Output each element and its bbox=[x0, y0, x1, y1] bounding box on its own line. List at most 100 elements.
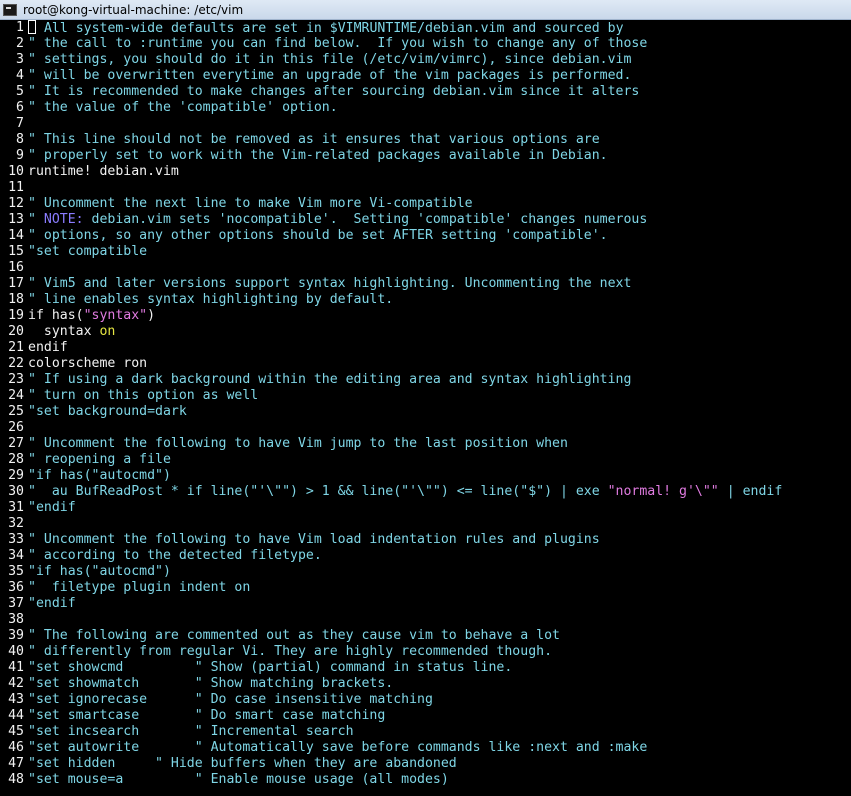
line-content: "if has("autocmd") bbox=[28, 468, 171, 484]
editor-line[interactable]: 9 " properly set to work with the Vim-rel… bbox=[0, 148, 851, 164]
editor-line[interactable]: 22 colorscheme ron bbox=[0, 356, 851, 372]
editor-line[interactable]: 5 " It is recommended to make changes aft… bbox=[0, 84, 851, 100]
syntax-comment: " The following are commented out as the… bbox=[28, 628, 560, 643]
editor-line[interactable]: 2 " the call to :runtime you can find bel… bbox=[0, 36, 851, 52]
editor-line[interactable]: 29 "if has("autocmd") bbox=[0, 468, 851, 484]
line-content: "if has("autocmd") bbox=[28, 564, 171, 580]
editor-line[interactable]: 32 bbox=[0, 516, 851, 532]
line-number: 1 bbox=[16, 20, 24, 35]
vim-editor-area[interactable]: 1 All system-wide defaults are set in $V… bbox=[0, 20, 851, 796]
line-number: 31 bbox=[8, 500, 24, 515]
syntax-comment: " au BufReadPost * if line("'\"") > 1 &&… bbox=[28, 484, 608, 499]
editor-line[interactable]: 16 bbox=[0, 260, 851, 276]
line-content: "set autowrite " Automatically save befo… bbox=[28, 740, 647, 756]
line-number: 3 bbox=[16, 52, 24, 67]
editor-line[interactable]: 47 "set hidden " Hide buffers when they a… bbox=[0, 756, 851, 772]
editor-line[interactable]: 7 bbox=[0, 116, 851, 132]
editor-line[interactable]: 13 " NOTE: debian.vim sets 'nocompatible'… bbox=[0, 212, 851, 228]
editor-line[interactable]: 3 " settings, you should do it in this fi… bbox=[0, 52, 851, 68]
line-content: All system-wide defaults are set in $VIM… bbox=[28, 20, 624, 37]
syntax-normal: if has( bbox=[28, 308, 84, 323]
editor-line[interactable]: 25 "set background=dark bbox=[0, 404, 851, 420]
block-cursor bbox=[28, 20, 36, 34]
line-number: 33 bbox=[8, 532, 24, 547]
line-number: 42 bbox=[8, 676, 24, 691]
syntax-comment: | endif bbox=[718, 484, 783, 499]
editor-line[interactable]: 18 " line enables syntax highlighting by … bbox=[0, 292, 851, 308]
syntax-comment: All system-wide defaults are set in $VIM… bbox=[36, 21, 624, 36]
editor-line[interactable]: 34 " according to the detected filetype. bbox=[0, 548, 851, 564]
line-content: " reopening a file bbox=[28, 452, 171, 468]
editor-line[interactable]: 48 "set mouse=a " Enable mouse usage (all… bbox=[0, 772, 851, 788]
syntax-comment: "if has("autocmd") bbox=[28, 564, 171, 579]
line-content: " differently from regular Vi. They are … bbox=[28, 644, 552, 660]
line-content: "set incsearch " Incremental search bbox=[28, 724, 354, 740]
editor-line[interactable]: 24 " turn on this option as well bbox=[0, 388, 851, 404]
line-number: 29 bbox=[8, 468, 24, 483]
editor-line[interactable]: 30 " au BufReadPost * if line("'\"") > 1 … bbox=[0, 484, 851, 500]
line-content: " will be overwritten everytime an upgra… bbox=[28, 68, 631, 84]
editor-line[interactable]: 26 bbox=[0, 420, 851, 436]
syntax-comment: " reopening a file bbox=[28, 452, 171, 467]
editor-line[interactable]: 39 " The following are commented out as t… bbox=[0, 628, 851, 644]
editor-line[interactable]: 41 "set showcmd " Show (partial) command … bbox=[0, 660, 851, 676]
syntax-comment: "set compatible bbox=[28, 244, 148, 259]
syntax-normal: endif bbox=[28, 340, 68, 355]
editor-line[interactable]: 15 "set compatible bbox=[0, 244, 851, 260]
editor-line[interactable]: 1 All system-wide defaults are set in $V… bbox=[0, 20, 851, 36]
line-number: 17 bbox=[8, 276, 24, 291]
line-number: 28 bbox=[8, 452, 24, 467]
editor-line[interactable]: 37 "endif bbox=[0, 596, 851, 612]
editor-line[interactable]: 40 " differently from regular Vi. They ar… bbox=[0, 644, 851, 660]
line-content: "set compatible bbox=[28, 244, 147, 260]
editor-line[interactable]: 46 "set autowrite " Automatically save be… bbox=[0, 740, 851, 756]
syntax-comment: "set ignorecase " Do case insensitive ma… bbox=[28, 692, 433, 707]
editor-line[interactable]: 43 "set ignorecase " Do case insensitive … bbox=[0, 692, 851, 708]
editor-line[interactable]: 36 " filetype plugin indent on bbox=[0, 580, 851, 596]
line-number: 44 bbox=[8, 708, 24, 723]
editor-line[interactable]: 27 " Uncomment the following to have Vim … bbox=[0, 436, 851, 452]
editor-line[interactable]: 8 " This line should not be removed as it… bbox=[0, 132, 851, 148]
editor-line[interactable]: 10 runtime! debian.vim bbox=[0, 164, 851, 180]
editor-line[interactable]: 14 " options, so any other options should… bbox=[0, 228, 851, 244]
window-titlebar[interactable]: root@kong-virtual-machine: /etc/vim bbox=[0, 0, 851, 20]
line-content: "set background=dark bbox=[28, 404, 187, 420]
syntax-comment: "if has("autocmd") bbox=[28, 468, 171, 483]
editor-line[interactable]: 4 " will be overwritten everytime an upgr… bbox=[0, 68, 851, 84]
editor-line[interactable]: 17 " Vim5 and later versions support synt… bbox=[0, 276, 851, 292]
line-number: 35 bbox=[8, 564, 24, 579]
editor-line[interactable]: 19 if has("syntax") bbox=[0, 308, 851, 324]
editor-line[interactable]: 45 "set incsearch " Incremental search bbox=[0, 724, 851, 740]
syntax-comment: "set hidden " Hide buffers when they are… bbox=[28, 756, 457, 771]
syntax-string: "syntax" bbox=[83, 308, 148, 323]
editor-line[interactable]: 20 syntax on bbox=[0, 324, 851, 340]
line-number: 40 bbox=[8, 644, 24, 659]
syntax-comment: " differently from regular Vi. They are … bbox=[28, 644, 553, 659]
syntax-comment: " It is recommended to make changes afte… bbox=[28, 84, 640, 99]
line-number: 15 bbox=[8, 244, 24, 259]
line-number: 4 bbox=[16, 68, 24, 83]
line-number: 26 bbox=[8, 420, 24, 435]
line-number: 22 bbox=[8, 356, 24, 371]
editor-line[interactable]: 11 bbox=[0, 180, 851, 196]
editor-line[interactable]: 28 " reopening a file bbox=[0, 452, 851, 468]
editor-line[interactable]: 42 "set showmatch " Show matching bracket… bbox=[0, 676, 851, 692]
syntax-comment: " the value of the 'compatible' option. bbox=[28, 100, 338, 115]
editor-line[interactable]: 38 bbox=[0, 612, 851, 628]
line-content: " according to the detected filetype. bbox=[28, 548, 322, 564]
line-number: 16 bbox=[8, 260, 24, 275]
editor-line[interactable]: 12 " Uncomment the next line to make Vim … bbox=[0, 196, 851, 212]
editor-line[interactable]: 21 endif bbox=[0, 340, 851, 356]
editor-line[interactable]: 23 " If using a dark background within th… bbox=[0, 372, 851, 388]
line-number: 32 bbox=[8, 516, 24, 531]
syntax-comment: " will be overwritten everytime an upgra… bbox=[28, 68, 632, 83]
line-number: 48 bbox=[8, 772, 24, 787]
line-content: "set showcmd " Show (partial) command in… bbox=[28, 660, 512, 676]
editor-line[interactable]: 44 "set smartcase " Do smart case matchin… bbox=[0, 708, 851, 724]
editor-line[interactable]: 35 "if has("autocmd") bbox=[0, 564, 851, 580]
line-number: 9 bbox=[16, 148, 24, 163]
editor-line[interactable]: 33 " Uncomment the following to have Vim … bbox=[0, 532, 851, 548]
editor-line[interactable]: 6 " the value of the 'compatible' option. bbox=[0, 100, 851, 116]
line-content: syntax on bbox=[28, 324, 115, 340]
editor-line[interactable]: 31 "endif bbox=[0, 500, 851, 516]
